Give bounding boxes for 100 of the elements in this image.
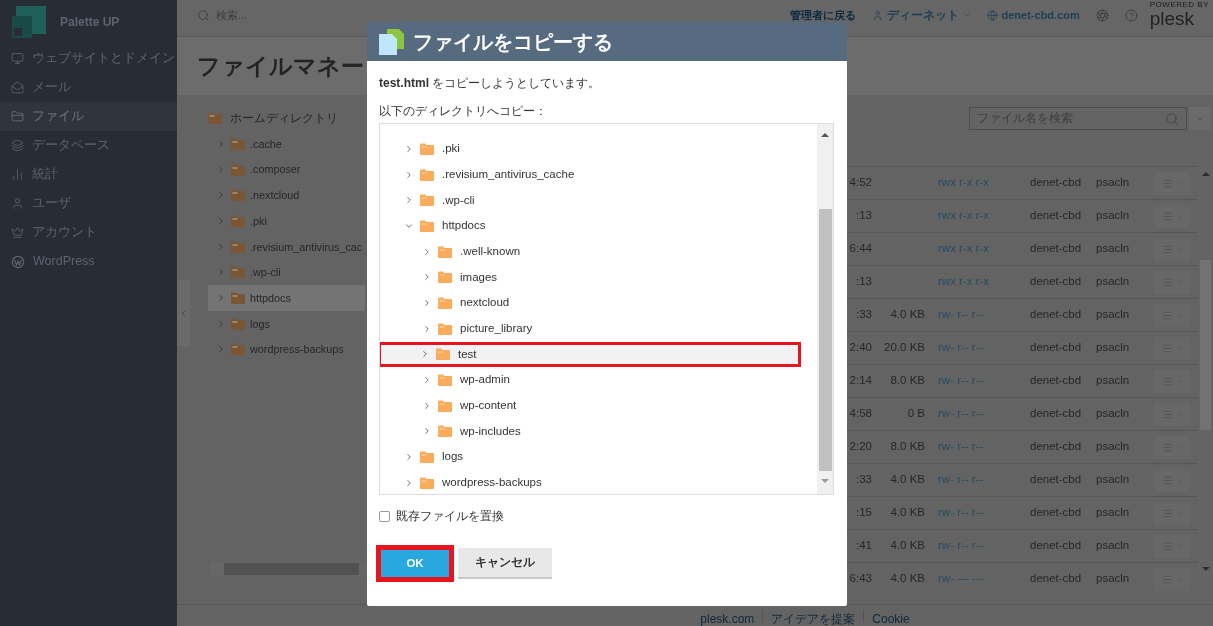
folder-tree-item[interactable]: nextcloud [380,290,817,316]
footer-link[interactable]: アイデアを提案 [771,610,856,626]
table-cell: psacln [1096,341,1130,354]
table-cell-text: 6:43 [848,571,872,587]
table-cell: denet-cbd [1030,506,1082,519]
folder-tree-item[interactable]: images [380,264,817,291]
table-cell: psacln [1096,308,1130,321]
folder-tree-item[interactable]: logs [380,444,817,470]
table-cell: denet-cbd [1030,341,1082,354]
folder-icon [420,476,434,489]
folder-icon [420,194,434,207]
brand-name: Palette UP [60,14,120,31]
table-cell: 8.0 KB [890,374,925,387]
brand-logo [12,6,46,38]
crown-icon [11,226,24,239]
replace-checkbox[interactable] [379,510,390,522]
footer-link[interactable]: Cookie [872,610,910,626]
tree-item[interactable]: wordpress-backups [208,336,365,363]
sidebar-item[interactable]: WordPress [0,247,177,276]
tree-item[interactable]: httpdocs [208,285,365,311]
permissions-link[interactable]: rwx r-x r-x [938,209,990,222]
chevron-right-icon [422,400,432,411]
tree-item[interactable]: .pki [208,208,365,234]
folder-tree-item[interactable]: test [380,341,801,368]
tree-item[interactable]: .wp-cli [208,259,365,286]
folder-icon [438,374,452,387]
tree-item[interactable]: logs [208,310,365,337]
chevron-right-icon [216,215,226,226]
user-icon [11,197,24,210]
layers-icon [11,139,24,152]
table-cell: denet-cbd [1030,407,1082,420]
chevron-right-icon [404,477,414,488]
chevron-right-icon [216,241,226,252]
table-cell-text: 2:20 [848,439,872,455]
table-cell: denet-cbd [1030,176,1082,189]
permissions-link[interactable]: rwx r-x r-x [938,275,990,288]
sidebar-item[interactable]: ファイル [0,102,177,131]
folder-tree-item[interactable]: .wp-cli [380,187,817,214]
table-cell-text: :15 [855,505,872,521]
footer-link[interactable]: plesk.com [700,610,755,626]
table-cell: 20.0 KB [884,341,925,354]
folder-tree-item[interactable]: .well-known [380,238,817,265]
back-link[interactable]: 管理者に戻る [789,6,856,24]
folder-icon [438,245,452,258]
folder-icon [231,214,245,227]
folder-tree-item[interactable]: wp-content [380,392,817,419]
folder-tree-item[interactable]: .pki [380,136,817,162]
tree-item[interactable]: .revisium_antivirus_cac [208,233,365,260]
folder-icon [208,112,222,124]
table-cell: denet-cbd [1030,572,1082,585]
table-cell: 8.0 KB [890,440,925,453]
user-menu[interactable]: ディーネット [871,6,971,24]
tree-item[interactable]: .cache [208,131,365,157]
domain-link[interactable]: denet-cbd.com [986,6,1080,24]
chevron-right-icon [404,195,414,206]
table-cell: psacln [1096,407,1130,420]
folder-icon [438,271,452,284]
permissions-link[interactable]: rwx r-x r-x [938,176,990,189]
vertical-scrollbar[interactable] [817,124,833,494]
chevron-right-icon [216,164,226,175]
table-cell: psacln [1096,506,1130,519]
sidebar-toggle[interactable] [177,280,190,346]
folder-icon [438,296,452,309]
folder-tree-item[interactable]: picture_library [380,315,817,342]
chevron-right-icon [422,246,432,257]
permissions-link[interactable]: rw- --- --- [938,572,984,585]
mail-icon [11,81,24,94]
cancel-button[interactable]: キャンセル [458,548,552,579]
globe-icon [986,9,998,21]
dialog-title: ファイルをコピーする [413,29,613,55]
tree-item[interactable]: .nextcloud [208,182,365,209]
table-cell: psacln [1096,374,1130,387]
table-cell: psacln [1096,473,1130,486]
folder-icon [231,163,245,176]
folder-tree-item[interactable]: .revisium_antivirus_cache [380,161,817,188]
folder-icon [436,348,450,361]
chevron-right-icon [422,375,432,386]
page-title: ファイルマネー [197,51,364,81]
table-cell-text: 2:40 [848,340,872,356]
folder-tree-item[interactable]: httpdocs [380,213,817,239]
chevron-right-icon [404,169,414,180]
folder-tree-item[interactable]: wordpress-backups [380,469,817,494]
folder-icon [231,343,245,356]
chevron-left-icon [179,308,188,318]
help-icon[interactable] [1124,8,1138,22]
table-cell: 4.0 KB [890,572,925,585]
folder-tree-item[interactable]: wp-admin [380,367,817,393]
permissions-link[interactable]: rwx r-x r-x [938,242,990,255]
tree-item[interactable]: .composer [208,156,365,183]
aperture-icon[interactable] [1095,8,1109,22]
folder-tree-item[interactable]: wp-includes [380,418,817,445]
folder-icon [231,137,245,150]
table-cell: denet-cbd [1030,440,1082,453]
chevron-right-icon [216,138,226,149]
chevron-right-icon [404,143,414,154]
folder-icon [231,189,245,202]
table-cell: denet-cbd [1030,539,1082,552]
dropdown-button[interactable] [1189,107,1211,130]
table-cell: 4.0 KB [890,539,925,552]
table-cell: psacln [1096,572,1130,585]
